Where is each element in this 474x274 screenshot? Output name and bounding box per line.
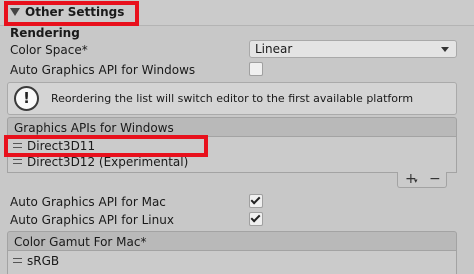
- help-box: ! Reordering the list will switch editor…: [7, 82, 457, 115]
- rendering-section-title: Rendering: [10, 26, 80, 40]
- help-text: Reordering the list will switch editor t…: [51, 92, 414, 105]
- dropdown-arrow-icon: [441, 47, 449, 52]
- drag-handle-icon[interactable]: [13, 258, 22, 263]
- color-gamut-mac-header: Color Gamut For Mac*: [7, 231, 457, 251]
- add-dropdown-icon[interactable]: ▾: [414, 177, 418, 185]
- list-item-label: Direct3D12 (Experimental): [27, 155, 189, 169]
- color-gamut-mac-header-label: Color Gamut For Mac*: [14, 235, 147, 249]
- graphics-apis-windows-header: Graphics APIs for Windows: [7, 117, 457, 137]
- drag-handle-icon[interactable]: [13, 159, 22, 164]
- list-item-label: sRGB: [27, 254, 60, 268]
- color-space-dropdown[interactable]: Linear: [249, 40, 457, 58]
- list-item-srgb[interactable]: sRGB: [8, 252, 456, 270]
- color-gamut-mac-list: sRGB: [7, 251, 457, 274]
- color-space-label: Color Space*: [10, 43, 88, 57]
- auto-graphics-mac-label: Auto Graphics API for Mac: [10, 195, 166, 209]
- color-space-value: Linear: [255, 42, 293, 56]
- auto-graphics-linux-label: Auto Graphics API for Linux: [10, 213, 174, 227]
- auto-graphics-windows-label: Auto Graphics API for Windows: [10, 63, 196, 77]
- auto-graphics-mac-checkbox[interactable]: [249, 194, 263, 208]
- highlight-box-direct3d11: [4, 135, 208, 157]
- graphics-apis-windows-header-label: Graphics APIs for Windows: [14, 121, 174, 135]
- info-icon: !: [14, 86, 39, 111]
- checkmark-icon: [250, 212, 261, 223]
- highlight-box-other-settings: [4, 1, 139, 26]
- remove-button[interactable]: −: [429, 171, 441, 187]
- auto-graphics-windows-checkbox[interactable]: [249, 62, 263, 76]
- checkmark-icon: [250, 194, 261, 205]
- auto-graphics-linux-checkbox[interactable]: [249, 212, 263, 226]
- list-footer: + ▾ −: [397, 171, 447, 188]
